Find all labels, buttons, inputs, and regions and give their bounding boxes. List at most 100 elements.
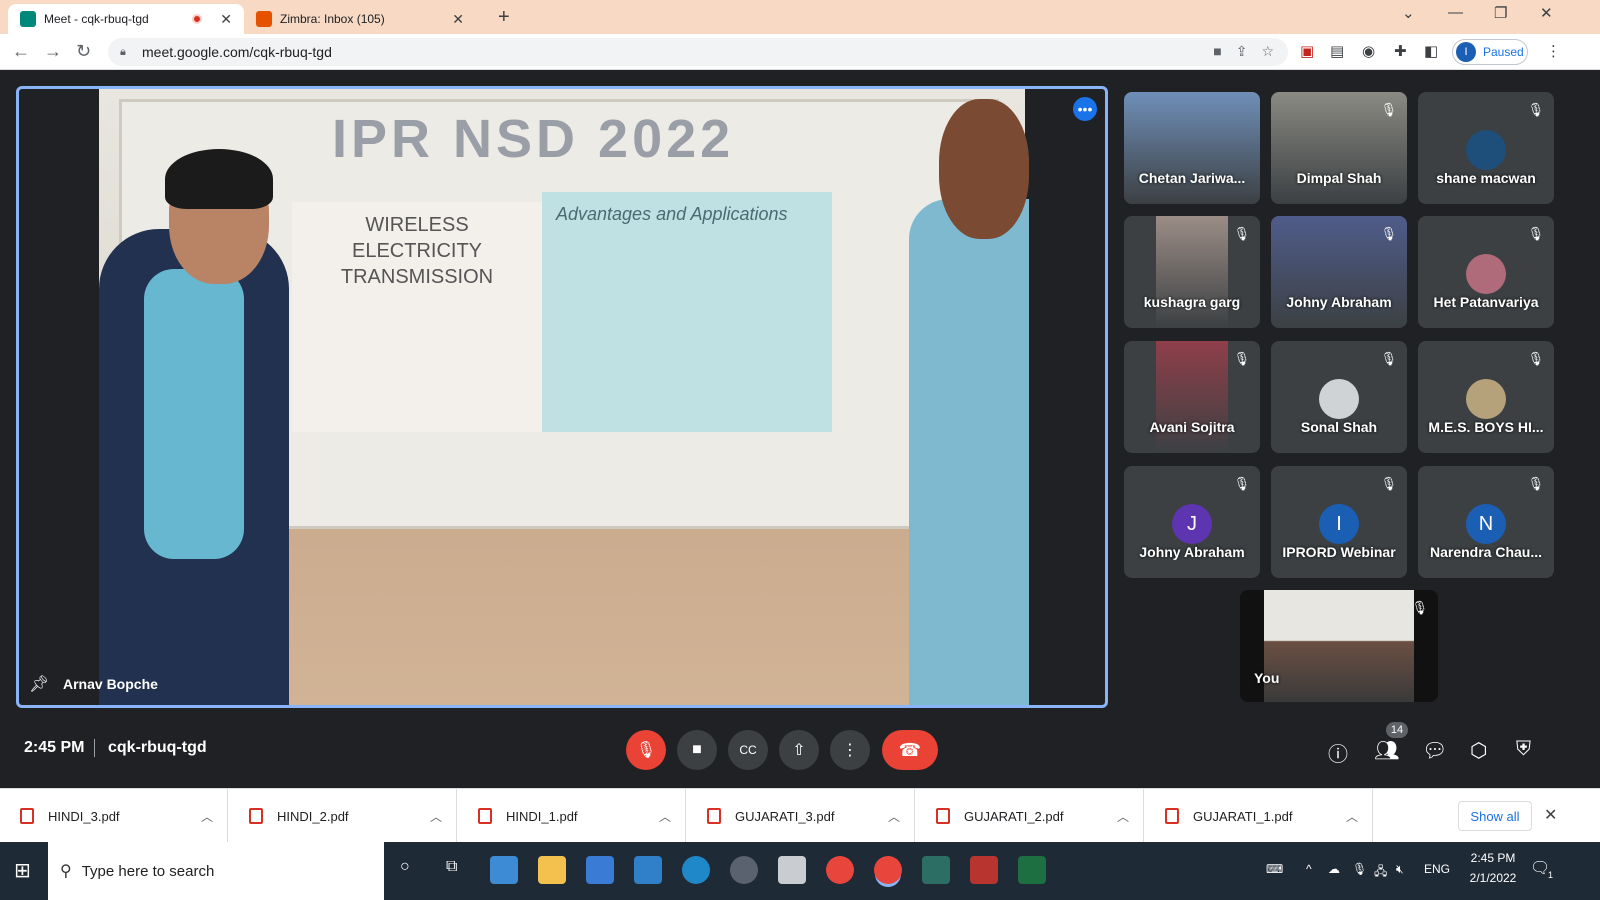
participant-tile[interactable]: 🎙︎ Sonal Shah: [1271, 341, 1407, 453]
participant-tile[interactable]: 🎙︎ Johny Abraham: [1271, 216, 1407, 328]
app-aperture-icon[interactable]: [730, 856, 758, 884]
participant-name: kushagra garg: [1143, 294, 1241, 310]
pdf-file-icon: [20, 808, 34, 824]
tab-title: Meet - cqk-rbuq-tgd: [44, 12, 149, 26]
chevron-up-icon[interactable]: ︿: [201, 808, 213, 825]
tab-meet[interactable]: Meet - cqk-rbuq-tgd ✕: [8, 4, 244, 34]
extension-on-icon[interactable]: ▣: [1300, 42, 1314, 60]
leave-call-button[interactable]: ☎︎: [882, 730, 938, 770]
self-view[interactable]: 🎙︎ You: [1240, 590, 1438, 702]
close-downloads-icon[interactable]: ✕: [1544, 805, 1557, 825]
participant-tile[interactable]: J 🎙︎ Johny Abraham: [1124, 466, 1260, 578]
host-controls-icon[interactable]: ⛨: [1516, 738, 1531, 761]
store-icon[interactable]: [586, 856, 614, 884]
participant-tile[interactable]: 🎙︎ Het Patanvariya: [1418, 216, 1554, 328]
edge-icon[interactable]: [682, 856, 710, 884]
captions-button[interactable]: CC: [728, 730, 768, 770]
taskbar-search[interactable]: ⚲ Type here to search: [48, 842, 384, 900]
muted-mic-icon: 🎙︎: [1527, 102, 1544, 117]
browser-menu-icon[interactable]: ⋮: [1546, 42, 1561, 60]
participant-tile[interactable]: 🎙︎ kushagra garg: [1124, 216, 1260, 328]
tab-zimbra[interactable]: Zimbra: Inbox (105) ✕: [244, 4, 476, 34]
download-item[interactable]: HINDI_2.pdf ︿: [229, 789, 457, 843]
participant-tile[interactable]: I 🎙︎ IPRORD Webinar: [1271, 466, 1407, 578]
close-tab-icon[interactable]: ✕: [220, 11, 232, 28]
activities-icon[interactable]: ⬡: [1470, 738, 1487, 763]
windows-start-icon[interactable]: ⊞: [14, 858, 31, 883]
mail-icon[interactable]: [634, 856, 662, 884]
bookmark-star-icon[interactable]: ☆: [1261, 43, 1274, 60]
puzzle-icon[interactable]: ✚: [1394, 42, 1407, 60]
keyboard-icon[interactable]: ⌨: [1266, 862, 1283, 876]
presenter-stage[interactable]: IPR NSD 2022 WIRELESS ELECTRICITY TRANSM…: [16, 86, 1108, 708]
pin-icon[interactable]: 📌︎: [29, 674, 49, 694]
participant-tile[interactable]: Chetan Jariwa...: [1124, 92, 1260, 204]
profile-button[interactable]: I Paused: [1452, 39, 1528, 65]
camera-permission-icon[interactable]: ■: [1213, 43, 1221, 60]
chrome-active-icon[interactable]: [874, 856, 902, 884]
minimize-icon[interactable]: —: [1448, 4, 1463, 21]
more-options-icon[interactable]: •••: [1073, 97, 1097, 121]
language-indicator[interactable]: ENG: [1424, 862, 1450, 876]
file-explorer-icon[interactable]: [538, 856, 566, 884]
extension-person-icon[interactable]: ◉: [1362, 42, 1375, 60]
download-filename: HINDI_2.pdf: [277, 808, 349, 824]
present-button[interactable]: ⇧: [779, 730, 819, 770]
participant-tile[interactable]: 🎙︎ M.E.S. BOYS HI...: [1418, 341, 1554, 453]
tab-search-icon[interactable]: ⌄: [1402, 4, 1415, 22]
chat-icon[interactable]: 💬︎: [1422, 738, 1447, 763]
task-view-icon[interactable]: ⧉: [446, 858, 457, 876]
participant-tile[interactable]: 🎙︎ shane macwan: [1418, 92, 1554, 204]
lock-icon: 🔒︎: [120, 46, 126, 58]
reload-icon[interactable]: ↻: [76, 41, 91, 62]
app-terminal-icon[interactable]: [922, 856, 950, 884]
presenter-name: Arnav Bopche: [63, 676, 158, 692]
muted-mic-icon: 🎙︎: [1527, 351, 1544, 366]
chrome-icon[interactable]: [826, 856, 854, 884]
download-item[interactable]: HINDI_1.pdf ︿: [458, 789, 686, 843]
back-icon[interactable]: ←: [12, 41, 30, 62]
mic-off-button[interactable]: 🎙︎: [626, 730, 666, 770]
new-tab-icon[interactable]: +: [498, 6, 510, 29]
cortana-icon[interactable]: ○: [400, 858, 410, 876]
extension-icon[interactable]: ▤: [1330, 42, 1344, 60]
participant-tile[interactable]: 🎙︎ Avani Sojitra: [1124, 341, 1260, 453]
chevron-up-icon[interactable]: ︿: [888, 808, 900, 825]
download-filename: HINDI_1.pdf: [506, 808, 578, 824]
participant-tile[interactable]: N 🎙︎ Narendra Chau...: [1418, 466, 1554, 578]
download-item[interactable]: GUJARATI_1.pdf ︿: [1145, 789, 1373, 843]
taskbar-clock[interactable]: 2:45 PM 2/1/2022: [1460, 848, 1526, 888]
winrar-icon[interactable]: [970, 856, 998, 884]
network-icon[interactable]: 🖧: [1374, 862, 1387, 883]
chevron-up-icon[interactable]: ︿: [659, 808, 671, 825]
download-item[interactable]: GUJARATI_2.pdf ︿: [916, 789, 1144, 843]
chevron-up-icon[interactable]: ︿: [430, 808, 442, 825]
mic-tray-icon[interactable]: 🎙︎: [1352, 862, 1367, 876]
browser-toolbar: ← → ↻ 🔒︎ meet.google.com/cqk-rbuq-tgd ■ …: [0, 34, 1600, 70]
tray-expand-icon[interactable]: ^: [1306, 862, 1312, 876]
side-panel-icon[interactable]: ◧: [1424, 42, 1438, 60]
download-item[interactable]: GUJARATI_3.pdf ︿: [687, 789, 915, 843]
maximize-icon[interactable]: ❐: [1494, 4, 1507, 22]
app-icon[interactable]: [490, 856, 518, 884]
onedrive-icon[interactable]: ☁: [1328, 862, 1340, 876]
share-icon[interactable]: ⇪: [1236, 43, 1248, 60]
show-all-button[interactable]: Show all: [1458, 801, 1532, 831]
pdf-file-icon: [478, 808, 492, 824]
camera-button[interactable]: ■: [677, 730, 717, 770]
chevron-up-icon[interactable]: ︿: [1346, 808, 1358, 825]
volume-muted-icon[interactable]: 🔇︎: [1396, 862, 1404, 877]
close-tab-icon[interactable]: ✕: [452, 11, 464, 28]
address-bar[interactable]: 🔒︎ meet.google.com/cqk-rbuq-tgd ■ ⇪ ☆: [108, 38, 1288, 66]
chevron-up-icon[interactable]: ︿: [1117, 808, 1129, 825]
close-window-icon[interactable]: ✕: [1540, 4, 1553, 22]
download-item[interactable]: HINDI_3.pdf ︿: [0, 789, 228, 843]
info-icon[interactable]: ⓘ: [1328, 738, 1348, 767]
excel-icon[interactable]: [1018, 856, 1046, 884]
forward-icon[interactable]: →: [44, 41, 62, 62]
pdf-file-icon: [1165, 808, 1179, 824]
people-icon[interactable]: 👥︎: [1374, 738, 1399, 763]
app-network-icon[interactable]: [778, 856, 806, 884]
participant-tile[interactable]: 🎙︎ Dimpal Shah: [1271, 92, 1407, 204]
more-options-button[interactable]: ⋮: [830, 730, 870, 770]
